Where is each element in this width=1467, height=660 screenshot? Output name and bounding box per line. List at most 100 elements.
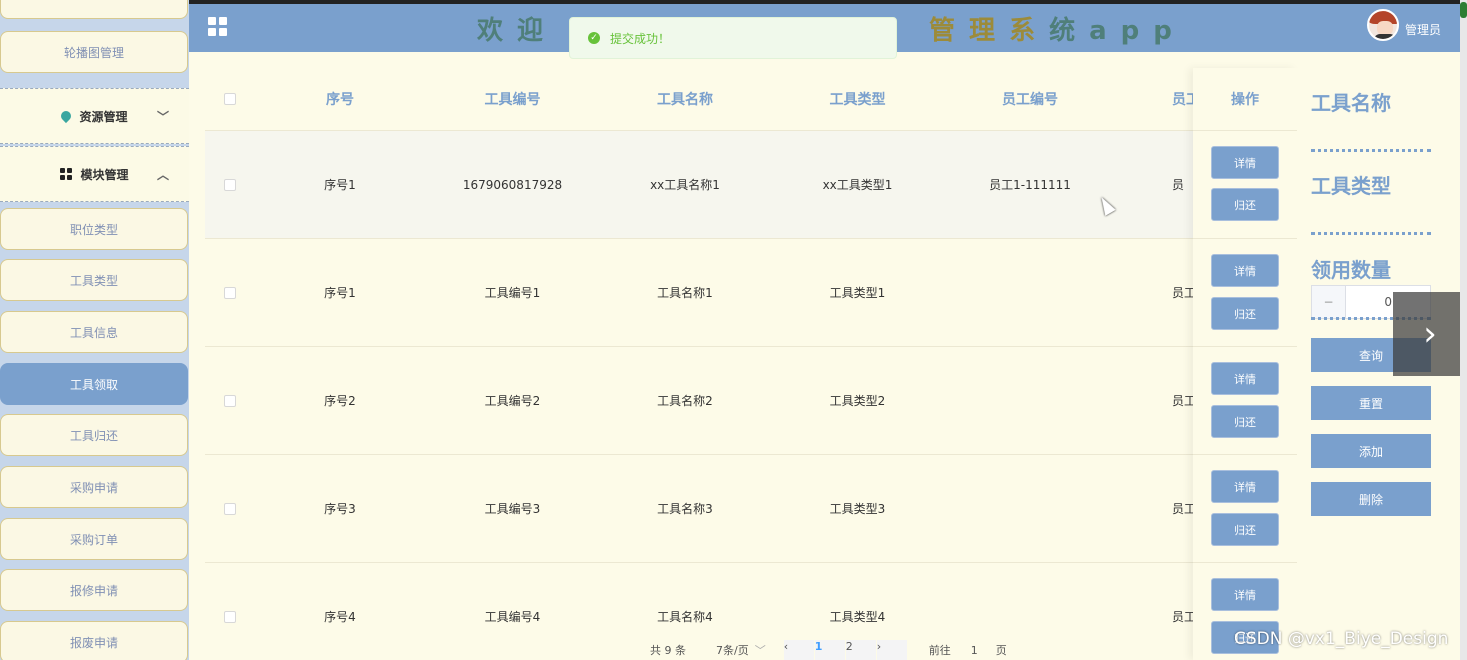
- cell-code: 工具编号2: [484, 394, 541, 408]
- sidebar-item-position-type[interactable]: 职位类型: [0, 208, 188, 250]
- action-row: 详情 归还: [1193, 346, 1297, 454]
- col-header-emp2[interactable]: 员工: [1115, 68, 1195, 130]
- row-checkbox[interactable]: [224, 502, 236, 515]
- page-number[interactable]: 1: [814, 640, 845, 660]
- col-header-name[interactable]: 工具名称: [600, 68, 770, 130]
- col-header-type[interactable]: 工具类型: [770, 68, 945, 130]
- title-char: 理: [969, 16, 1010, 46]
- chevron-down-icon[interactable]: ﹀: [755, 642, 766, 658]
- return-button[interactable]: 归还: [1211, 405, 1279, 438]
- row-checkbox[interactable]: [224, 178, 236, 191]
- cell-emp2: 员工: [1172, 610, 1195, 624]
- cell-type: 工具类型2: [829, 394, 886, 408]
- sidebar-item-carousel[interactable]: 轮播图管理: [0, 31, 188, 73]
- detail-button[interactable]: 详情: [1211, 470, 1279, 503]
- col-header-emp[interactable]: 员工编号: [945, 68, 1115, 130]
- reset-button[interactable]: 重置: [1311, 386, 1431, 420]
- select-all-checkbox[interactable]: [224, 93, 236, 105]
- tool-type-label: 工具类型: [1311, 174, 1391, 198]
- cell-name: 工具名称1: [657, 286, 713, 300]
- cell-emp2: 员工: [1172, 286, 1195, 300]
- sidebar-item-scrap-request[interactable]: 报废申请: [0, 621, 188, 660]
- menu-grid-icon[interactable]: [208, 17, 227, 36]
- action-row: 详情 归还: [1193, 238, 1297, 346]
- goto-label: 前往: [928, 644, 951, 657]
- cell-emp2: 员工: [1172, 502, 1195, 516]
- sidebar-group-label: 模块管理: [80, 167, 129, 182]
- sidebar-item-purchase-request[interactable]: 采购申请: [0, 466, 188, 508]
- cell-type: xx工具类型1: [822, 178, 893, 192]
- page-number[interactable]: 2: [845, 640, 876, 660]
- cell-type: 工具类型3: [829, 502, 886, 516]
- chevron-up-icon: ︿: [156, 168, 169, 182]
- cell-type: 工具类型1: [829, 286, 886, 300]
- qty-label: 领用数量: [1311, 258, 1391, 282]
- chevron-right-icon[interactable]: ›: [1393, 292, 1467, 376]
- avatar[interactable]: [1367, 9, 1399, 41]
- action-row: 详情 归还: [1193, 130, 1297, 238]
- cell-emp: 员工1-111111: [989, 178, 1071, 192]
- col-header-code[interactable]: 工具编号: [425, 68, 600, 130]
- add-button[interactable]: 添加: [1311, 434, 1431, 468]
- scrollbar[interactable]: [1460, 0, 1467, 660]
- sidebar-item-repair-request[interactable]: 报修申请: [0, 569, 188, 611]
- goto-input[interactable]: 1: [971, 644, 978, 657]
- return-button[interactable]: 归还: [1211, 188, 1279, 221]
- sidebar-group-modules[interactable]: 模块管理 ︿: [0, 146, 189, 202]
- cell-emp2: 员工: [1172, 394, 1195, 408]
- cell-code: 工具编号3: [484, 502, 541, 516]
- sidebar-item-tool-return[interactable]: 工具归还: [0, 414, 188, 456]
- location-pin-icon: [59, 108, 74, 124]
- title-char: 统: [1049, 16, 1090, 46]
- cell-code: 1679060817928: [462, 177, 563, 192]
- detail-button[interactable]: 详情: [1211, 362, 1279, 395]
- detail-button[interactable]: 详情: [1211, 254, 1279, 287]
- table-row[interactable]: 序号1 1679060817928 xx工具名称1 xx工具类型1 员工1-11…: [205, 130, 1297, 238]
- tool-name-input[interactable]: [1311, 149, 1431, 152]
- table-row[interactable]: 序号2 工具编号2 工具名称2 工具类型2 员工: [205, 346, 1297, 454]
- admin-username[interactable]: 管理员: [1405, 21, 1441, 38]
- sidebar-group-label: 资源管理: [79, 109, 128, 124]
- next-page-button[interactable]: ›: [876, 640, 907, 660]
- sidebar-item-tool-info[interactable]: 工具信息: [0, 311, 188, 353]
- page-size-select[interactable]: 7条/页: [716, 642, 749, 658]
- cell-name: 工具名称2: [657, 394, 713, 408]
- row-checkbox[interactable]: [224, 610, 236, 623]
- pagination: 共 9 条 7条/页 ﹀ ‹ 1 2 › 前往 1 页: [650, 640, 1007, 660]
- row-checkbox[interactable]: [224, 394, 236, 407]
- cell-seq: 序号3: [324, 502, 356, 516]
- title-char: p: [1153, 16, 1186, 46]
- title-char: 欢: [477, 16, 518, 46]
- prev-page-button[interactable]: ‹: [783, 640, 814, 660]
- cell-emp2: 员: [1172, 178, 1185, 192]
- sidebar-item-tool-borrow[interactable]: 工具领取: [0, 363, 188, 405]
- minus-button[interactable]: −: [1312, 286, 1346, 318]
- data-table: 序号 工具编号 工具名称 工具类型 员工编号 员工 序号1 1679060817…: [205, 68, 1297, 660]
- detail-button[interactable]: 详情: [1211, 578, 1279, 611]
- sidebar-item-tool-type[interactable]: 工具类型: [0, 259, 188, 301]
- table-row[interactable]: 序号1 工具编号1 工具名称1 工具类型1 员工: [205, 238, 1297, 346]
- tool-type-input[interactable]: [1311, 232, 1431, 235]
- col-header-seq[interactable]: 序号: [255, 68, 425, 130]
- return-button[interactable]: 归还: [1211, 513, 1279, 546]
- sidebar-item-top-partial[interactable]: [0, 0, 188, 19]
- cell-name: 工具名称3: [657, 502, 713, 516]
- delete-button[interactable]: 删除: [1311, 482, 1431, 516]
- title-char: a: [1089, 16, 1121, 46]
- cell-code: 工具编号1: [484, 286, 541, 300]
- tool-name-label: 工具名称: [1311, 91, 1391, 115]
- table-header: 序号 工具编号 工具名称 工具类型 员工编号 员工: [205, 68, 1297, 130]
- return-button[interactable]: 归还: [1211, 297, 1279, 330]
- toast-message: 提交成功！: [610, 31, 671, 46]
- cell-code: 工具编号4: [484, 610, 541, 624]
- table-row[interactable]: 序号3 工具编号3 工具名称3 工具类型3 员工: [205, 454, 1297, 562]
- sidebar-item-purchase-order[interactable]: 采购订单: [0, 518, 188, 560]
- row-checkbox[interactable]: [224, 286, 236, 299]
- select-all-cell[interactable]: [205, 68, 255, 130]
- watermark: CSDN @vx1_Biye_Design: [1234, 629, 1449, 649]
- cell-emp: [945, 455, 1115, 562]
- sidebar-group-resources[interactable]: 资源管理 ﹀: [0, 88, 189, 144]
- cell-seq: 序号1: [324, 178, 356, 192]
- detail-button[interactable]: 详情: [1211, 146, 1279, 179]
- grid-icon: [60, 168, 73, 180]
